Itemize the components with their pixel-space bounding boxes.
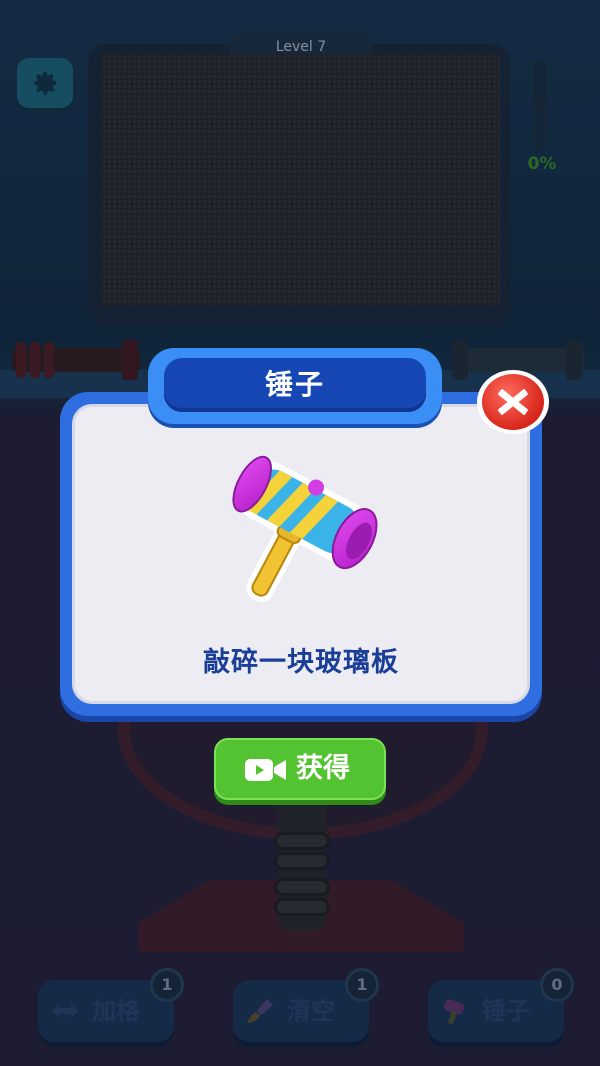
- close-button[interactable]: [477, 370, 549, 434]
- video-camera-icon: [245, 759, 286, 781]
- get-button[interactable]: 获得: [214, 738, 386, 800]
- get-button-label: 获得: [296, 753, 350, 784]
- popup-title: 锤子: [164, 358, 426, 412]
- close-icon: [498, 389, 528, 415]
- popup-description: 敲碎一块玻璃板: [203, 647, 399, 678]
- hammer-icon: [232, 455, 378, 602]
- game-screen: Level 7 0% 加格 1 清空 1 锤子 0 锤子 敲碎一块玻璃板 获得: [0, 0, 600, 1066]
